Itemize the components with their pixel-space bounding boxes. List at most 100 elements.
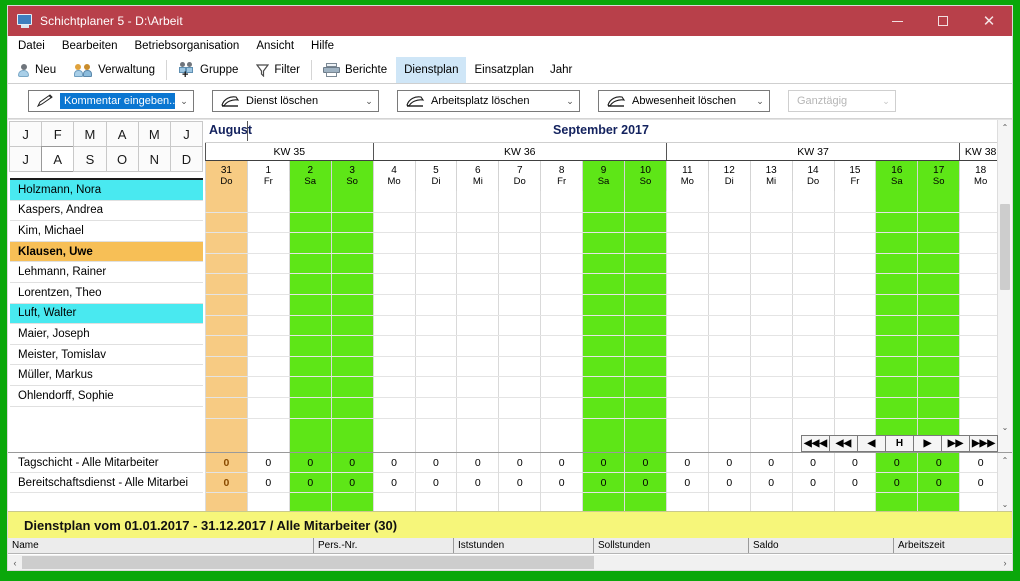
employee-row[interactable]: Ohlendorff, Sophie [10,386,203,407]
weekend-column[interactable] [331,191,373,452]
menu-item-betriebsorganisation[interactable]: Betriebsorganisation [134,40,239,52]
employee-row[interactable]: Kaspers, Andrea [10,201,203,222]
last-button[interactable]: ▶▶▶ [970,436,997,451]
menu-item-datei[interactable]: Datei [18,40,45,52]
month-button-mar[interactable]: M [73,121,106,147]
weekend-column[interactable] [917,191,959,452]
employee-row[interactable]: Lehmann, Rainer [10,262,203,283]
day-header-cell[interactable]: 10So [624,161,666,191]
employee-row[interactable]: Kim, Michael [10,221,203,242]
employee-row[interactable]: Müller, Markus [10,365,203,386]
employee-row[interactable]: Lorentzen, Theo [10,283,203,304]
maximize-button[interactable] [920,6,966,36]
day-header-cell[interactable]: 1Fr [247,161,289,191]
month-button-dec[interactable]: D [170,146,203,172]
filter-button[interactable]: Filter [247,57,309,83]
summary-column-header[interactable]: Sollstunden [593,538,748,553]
first-button[interactable]: ◀◀◀ [802,436,830,451]
scroll-down-arrow-icon[interactable]: ⌄ [998,420,1012,434]
grid-vertical-scrollbar[interactable]: ⌃ ⌄ [997,120,1012,452]
employee-row[interactable]: Luft, Walter [10,304,203,325]
summary-column-header[interactable]: Iststunden [453,538,593,553]
employee-row[interactable]: Maier, Joseph [10,324,203,345]
day-header-cell[interactable]: 8Fr [540,161,582,191]
summary-column-header[interactable]: Pers.-Nr. [313,538,453,553]
gruppe-button[interactable]: + Gruppe [169,57,247,83]
close-button[interactable]: ✕ [966,6,1012,36]
month-button-may[interactable]: M [138,121,171,147]
day-header-cell[interactable]: 31Do [205,161,247,191]
month-button-oct[interactable]: O [106,146,139,172]
home-button[interactable]: H [886,436,914,451]
day-header-cell[interactable]: 6Mi [456,161,498,191]
weekend-column[interactable] [582,191,624,452]
chevron-down-icon[interactable]: ⌄ [175,96,193,107]
month-button-apr[interactable]: A [106,121,139,147]
scroll-down-arrow-icon[interactable]: ⌄ [998,497,1012,511]
chevron-down-icon[interactable]: ⌄ [561,96,579,107]
chevron-down-icon[interactable]: ⌄ [751,96,769,107]
day-header-cell[interactable]: 14Do [792,161,834,191]
month-button-jun[interactable]: J [170,121,203,147]
summary-horizontal-scrollbar[interactable]: ‹ › [8,555,1012,570]
scrollbar-track[interactable] [22,556,998,569]
scroll-up-arrow-icon[interactable]: ⌃ [998,120,1012,134]
menu-item-ansicht[interactable]: Ansicht [256,40,294,52]
totals-vertical-scrollbar[interactable]: ⌃ ⌄ [997,453,1012,511]
scrollbar-thumb[interactable] [22,556,594,569]
employee-row[interactable]: Klausen, Uwe [10,242,203,263]
verwaltung-button[interactable]: Verwaltung [65,57,164,83]
day-header-cell[interactable]: 16Sa [875,161,917,191]
tab-einsatzplan[interactable]: Einsatzplan [466,57,541,83]
summary-column-header[interactable]: Saldo [748,538,893,553]
day-header-cell[interactable]: 4Mo [373,161,415,191]
month-button-nov[interactable]: N [138,146,171,172]
scroll-left-arrow-icon[interactable]: ‹ [8,558,22,568]
scroll-right-arrow-icon[interactable]: › [998,558,1012,568]
selected-day-column[interactable] [205,191,247,452]
scroll-up-arrow-icon[interactable]: ⌃ [998,453,1012,467]
new-button[interactable]: Neu [8,57,65,83]
menu-item-hilfe[interactable]: Hilfe [311,40,334,52]
day-header-cell[interactable]: 18Mo [959,161,1001,191]
day-header-cell[interactable]: 17So [917,161,959,191]
day-header-cell[interactable]: 11Mo [666,161,708,191]
tab-jahr[interactable]: Jahr [542,57,580,83]
day-header-cell[interactable]: 2Sa [289,161,331,191]
day-header-cell[interactable]: 9Sa [582,161,624,191]
weekend-column[interactable] [624,191,666,452]
berichte-button[interactable]: Berichte [314,57,396,83]
menu-item-bearbeiten[interactable]: Bearbeiten [62,40,118,52]
day-header-cell[interactable]: 3So [331,161,373,191]
delete-duty-combo[interactable]: Dienst löschen ⌄ [212,90,379,112]
month-button-sep[interactable]: S [73,146,106,172]
delete-absence-combo[interactable]: Abwesenheit löschen ⌄ [598,90,770,112]
month-button-jan[interactable]: J [9,121,42,147]
employee-list[interactable]: Holzmann, NoraKaspers, AndreaKim, Michae… [10,178,203,452]
day-header-cell[interactable]: 12Di [708,161,750,191]
grid-body[interactable] [205,191,1012,452]
tab-dienstplan[interactable]: Dienstplan [396,57,466,83]
prev-fast-button[interactable]: ◀◀ [830,436,858,451]
summary-column-header[interactable]: Name [8,538,313,553]
prev-button[interactable]: ◀ [858,436,886,451]
day-header-cell[interactable]: 15Fr [834,161,876,191]
next-fast-button[interactable]: ▶▶ [942,436,970,451]
day-header-cell[interactable]: 5Di [415,161,457,191]
day-header-cell[interactable]: 13Mi [750,161,792,191]
month-button-aug[interactable]: A [41,146,74,172]
chevron-down-icon[interactable]: ⌄ [360,96,378,107]
day-header-cell[interactable]: 7Do [498,161,540,191]
month-button-feb[interactable]: F [41,121,74,147]
employee-row[interactable]: Meister, Tomislav [10,345,203,366]
comment-combo[interactable]: Kommentar eingeben... ⌄ [28,90,194,112]
month-button-jul[interactable]: J [9,146,42,172]
summary-column-header[interactable]: Arbeitszeit [893,538,1020,553]
weekend-column[interactable] [875,191,917,452]
minimize-button[interactable] [874,6,920,36]
weekend-column[interactable] [289,191,331,452]
delete-workplace-combo[interactable]: Arbeitsplatz löschen ⌄ [397,90,580,112]
employee-row[interactable]: Holzmann, Nora [10,180,203,201]
next-button[interactable]: ▶ [914,436,942,451]
scrollbar-thumb[interactable] [1000,204,1010,290]
